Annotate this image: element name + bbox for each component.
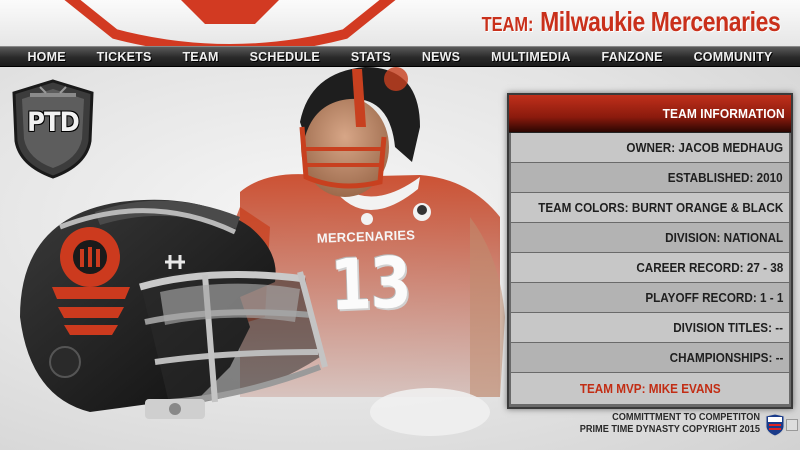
team-mvp-text: TEAM MVP: MIKE EVANS xyxy=(579,381,721,396)
nav-team[interactable]: TEAM xyxy=(182,50,218,64)
info-row-text: PLAYOFF RECORD: 1 - 1 xyxy=(644,290,783,305)
info-row-text: DIVISION TITLES: -- xyxy=(673,320,783,335)
info-row-team-mvp: TEAM MVP: MIKE EVANS xyxy=(511,373,789,405)
team-info-panel: TEAM INFORMATION OWNER: JACOB MEDHAUG ES… xyxy=(507,93,793,409)
nav-tickets[interactable]: TICKETS xyxy=(97,50,152,64)
info-row-championships: CHAMPIONSHIPS: -- xyxy=(511,343,789,373)
nav-community[interactable]: COMMUNITY xyxy=(694,50,773,64)
info-row-text: ESTABLISHED: 2010 xyxy=(668,170,783,185)
info-row-team-colors: TEAM COLORS: BURNT ORANGE & BLACK xyxy=(511,193,789,223)
nfl-shield-icon xyxy=(765,413,785,437)
badge-text: PTD xyxy=(27,107,80,138)
nav-schedule[interactable]: SCHEDULE xyxy=(250,50,320,64)
footer-copyright: COMMITTMENT TO COMPETITON PRIME TIME DYN… xyxy=(560,412,760,436)
team-name: Milwaukie Mercenaries xyxy=(539,6,781,37)
info-row-career-record: CAREER RECORD: 27 - 38 xyxy=(511,253,789,283)
info-row-text: CHAMPIONSHIPS: -- xyxy=(669,350,783,365)
jersey-number: 13 xyxy=(329,241,411,327)
nav-multimedia[interactable]: MULTIMEDIA xyxy=(491,50,571,64)
info-row-division: DIVISION: NATIONAL xyxy=(511,223,789,253)
footer-tagline: COMMITTMENT TO COMPETITON xyxy=(612,412,760,423)
team-info-title: TEAM INFORMATION xyxy=(662,106,785,121)
team-label: TEAM: xyxy=(481,14,534,36)
nav-stats[interactable]: STATS xyxy=(351,50,391,64)
info-row-established: ESTABLISHED: 2010 xyxy=(511,163,789,193)
partner-logo-icon xyxy=(786,419,798,431)
nav-fanzone[interactable]: FANZONE xyxy=(602,50,663,64)
main-nav: HOME TICKETS TEAM SCHEDULE STATS NEWS MU… xyxy=(0,46,800,67)
info-row-text: DIVISION: NATIONAL xyxy=(664,230,783,245)
info-row-owner: OWNER: JACOB MEDHAUG xyxy=(511,133,789,163)
info-row-playoff-record: PLAYOFF RECORD: 1 - 1 xyxy=(511,283,789,313)
info-row-text: TEAM COLORS: BURNT ORANGE & BLACK xyxy=(537,200,783,215)
team-title: TEAM: Milwaukie Mercenaries xyxy=(481,6,780,42)
nav-news[interactable]: NEWS xyxy=(422,50,460,64)
site-header: TEAM: Milwaukie Mercenaries xyxy=(0,0,800,46)
team-info-header: TEAM INFORMATION xyxy=(509,95,791,133)
footer-copyright-line: PRIME TIME DYNASTY COPYRIGHT 2015 xyxy=(579,424,760,435)
nav-home[interactable]: HOME xyxy=(27,50,65,64)
info-row-division-titles: DIVISION TITLES: -- xyxy=(511,313,789,343)
info-row-text: OWNER: JACOB MEDHAUG xyxy=(626,140,783,155)
info-row-text: CAREER RECORD: 27 - 38 xyxy=(636,260,783,275)
team-logo-arc-icon xyxy=(64,0,396,46)
